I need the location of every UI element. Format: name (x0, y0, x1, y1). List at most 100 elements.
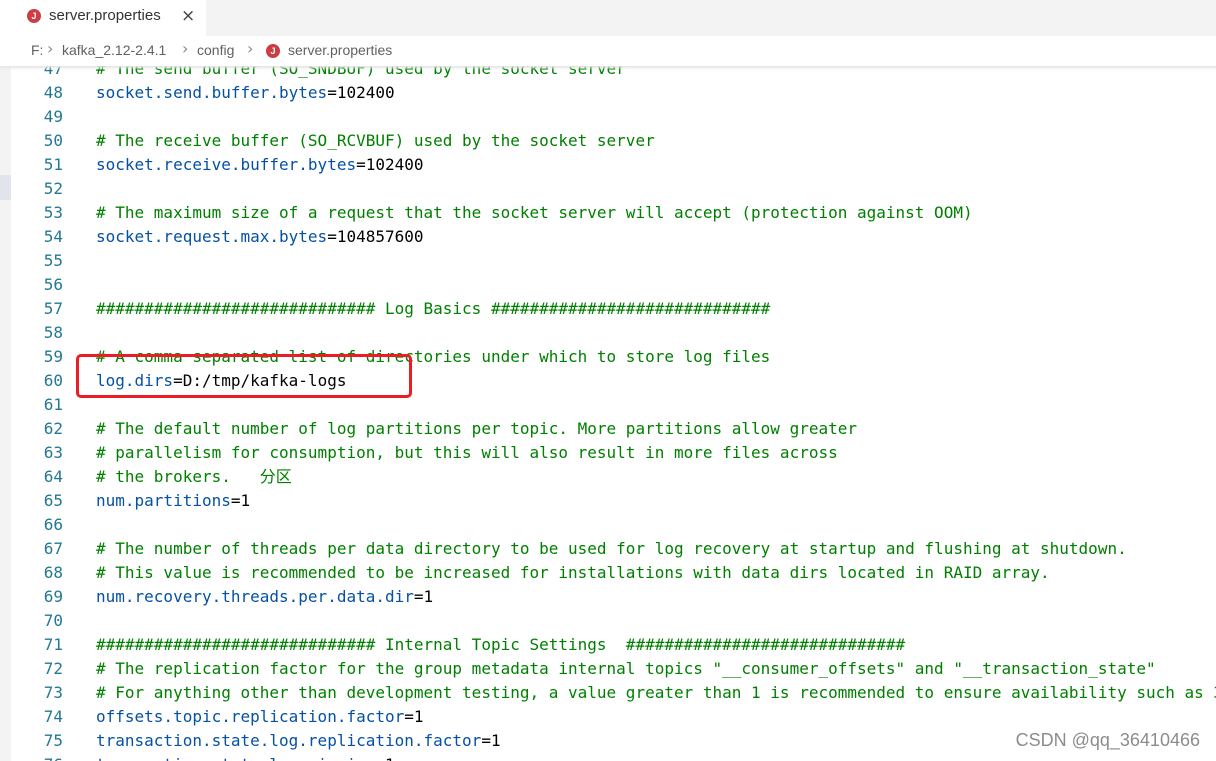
code-editor[interactable]: 47 # The send buffer (SO_SNDBUF) used by … (11, 66, 1216, 761)
property-key: socket.send.buffer.bytes (96, 83, 328, 102)
code-comment: # The default number of log partitions p… (96, 419, 857, 438)
equals-sign: = (327, 83, 337, 102)
line-number: 58 (43, 323, 63, 342)
left-gutter-edge (0, 66, 11, 761)
line-number: 72 (43, 659, 63, 678)
property-key: num.partitions (96, 491, 231, 510)
code-comment: # The maximum size of a request that the… (96, 203, 973, 222)
property-line: transaction.state.log.min.isr=1 (96, 753, 395, 761)
code-line[interactable]: 69 num.recovery.threads.per.data.dir=1 (11, 585, 1216, 609)
code-line[interactable]: 67 # The number of threads per data direc… (11, 537, 1216, 561)
code-line[interactable]: 63 # parallelism for consumption, but thi… (11, 441, 1216, 465)
code-line[interactable]: 71 ############################# Internal… (11, 633, 1216, 657)
code-line[interactable]: 57 ############################# Log Basi… (11, 297, 1216, 321)
breadcrumb-file[interactable]: server.properties (288, 42, 392, 58)
line-number: 63 (43, 443, 63, 462)
code-line[interactable]: 70 (11, 609, 1216, 633)
line-number: 62 (43, 419, 63, 438)
line-number: 69 (43, 587, 63, 606)
code-comment: # For anything other than development te… (96, 683, 1216, 702)
equals-sign: = (375, 755, 385, 761)
code-line[interactable]: 72 # The replication factor for the group… (11, 657, 1216, 681)
property-value: 104857600 (336, 227, 424, 246)
property-value: 1 (423, 587, 434, 606)
gutter-marker (0, 175, 11, 200)
tab-label: server.properties (49, 7, 161, 24)
java-file-icon: J (266, 44, 280, 58)
code-line[interactable]: 54 socket.request.max.bytes=104857600 (11, 225, 1216, 249)
property-value: 1 (490, 731, 501, 750)
code-line[interactable]: 65 num.partitions=1 (11, 489, 1216, 513)
code-comment: # the brokers. 分区 (96, 467, 292, 486)
property-line: socket.request.max.bytes=104857600 (96, 225, 424, 249)
code-line[interactable]: 73 # For anything other than development … (11, 681, 1216, 705)
watermark: CSDN @qq_36410466 (1015, 730, 1200, 750)
code-line[interactable]: 66 (11, 513, 1216, 537)
breadcrumb-drive[interactable]: F: (31, 42, 43, 58)
code-line[interactable]: 76 transaction.state.log.min.isr=1 (11, 753, 1216, 761)
property-line: num.recovery.threads.per.data.dir=1 (96, 585, 433, 609)
line-number: 70 (43, 611, 63, 630)
code-line[interactable]: 68 # This value is recommended to be incr… (11, 561, 1216, 585)
line-number: 68 (43, 563, 63, 582)
line-number: 76 (11, 753, 63, 761)
line-number: 52 (43, 179, 63, 198)
code-comment: # parallelism for consumption, but this … (96, 443, 838, 462)
line-number: 59 (43, 347, 63, 366)
tab-server-properties[interactable]: J server.properties × (0, 0, 206, 36)
line-number: 50 (43, 131, 63, 150)
code-line[interactable]: 56 (11, 273, 1216, 297)
close-icon[interactable]: × (181, 6, 195, 26)
line-number: 71 (43, 635, 63, 654)
equals-sign: = (327, 227, 337, 246)
line-number: 64 (43, 467, 63, 486)
property-key: transaction.state.log.replication.factor (96, 731, 482, 750)
equals-sign: = (356, 155, 366, 174)
code-line[interactable]: 49 (11, 105, 1216, 129)
code-comment: ############################# Internal T… (96, 635, 906, 654)
tab-bar: J server.properties × (0, 0, 1216, 36)
code-comment: ############################# Log Basics… (96, 299, 771, 318)
equals-sign: = (413, 587, 424, 606)
property-key: num.recovery.threads.per.data.dir (96, 587, 414, 606)
code-line[interactable]: 50 # The receive buffer (SO_RCVBUF) used … (11, 129, 1216, 153)
breadcrumb-folder-kafka[interactable]: kafka_2.12-2.4.1 (62, 42, 166, 58)
code-line[interactable]: 74 offsets.topic.replication.factor=1 (11, 705, 1216, 729)
line-number: 73 (43, 683, 63, 702)
chevron-right-icon: › (182, 39, 189, 58)
highlight-box (76, 354, 412, 398)
code-line[interactable]: 52 (11, 177, 1216, 201)
property-value: 1 (240, 491, 251, 510)
equals-sign: = (404, 707, 414, 726)
scroll-shadow (0, 66, 1216, 70)
line-number: 65 (43, 491, 63, 510)
property-line: socket.send.buffer.bytes=102400 (96, 81, 395, 105)
code-line[interactable]: 64 # the brokers. 分区 (11, 465, 1216, 489)
code-comment: # The receive buffer (SO_RCVBUF) used by… (96, 131, 655, 150)
line-number: 57 (43, 299, 63, 318)
property-key: offsets.topic.replication.factor (96, 707, 405, 726)
code-line[interactable]: 51 socket.receive.buffer.bytes=102400 (11, 153, 1216, 177)
breadcrumb-folder-config[interactable]: config (197, 42, 234, 58)
line-number: 49 (43, 107, 63, 126)
code-line[interactable]: 53 # The maximum size of a request that t… (11, 201, 1216, 225)
property-line: num.partitions=1 (96, 489, 250, 513)
property-value: 1 (385, 755, 395, 761)
code-line[interactable]: 48 socket.send.buffer.bytes=102400 (11, 81, 1216, 105)
java-file-icon: J (27, 9, 41, 23)
code-comment: # The replication factor for the group m… (96, 659, 1156, 678)
property-line: offsets.topic.replication.factor=1 (96, 705, 424, 729)
property-key: socket.request.max.bytes (96, 227, 328, 246)
code-line[interactable]: 58 (11, 321, 1216, 345)
line-number: 56 (43, 275, 63, 294)
line-number: 60 (43, 371, 63, 390)
property-line: transaction.state.log.replication.factor… (96, 729, 501, 753)
code-comment: # The number of threads per data directo… (96, 539, 1127, 558)
equals-sign: = (481, 731, 491, 750)
property-key: transaction.state.log.min.isr (96, 755, 375, 761)
code-line[interactable]: 62 # The default number of log partitions… (11, 417, 1216, 441)
code-line[interactable]: 55 (11, 249, 1216, 273)
property-key: socket.receive.buffer.bytes (96, 155, 357, 174)
line-number: 48 (43, 83, 63, 102)
line-number: 51 (43, 155, 63, 174)
